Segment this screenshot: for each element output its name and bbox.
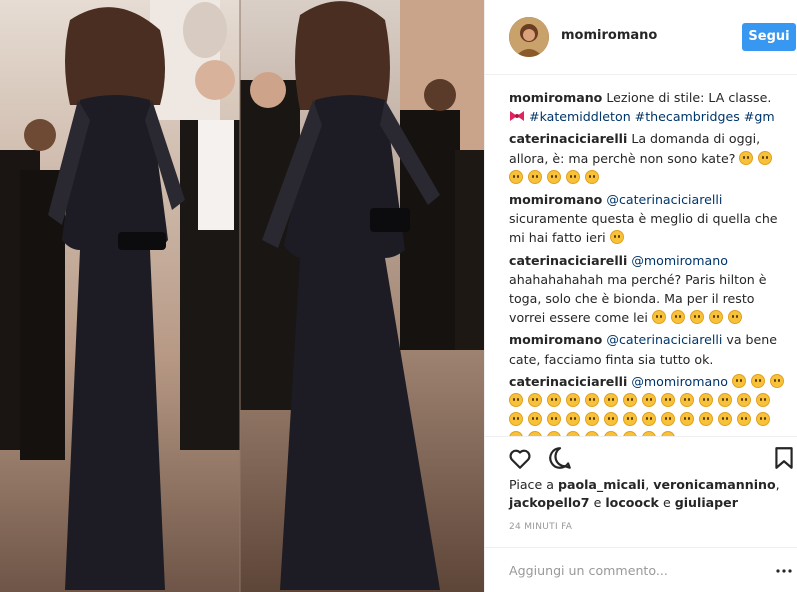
heart-icon[interactable] — [507, 445, 533, 471]
crying-face-icon — [528, 169, 542, 184]
crying-face-icon — [585, 169, 599, 184]
crying-face-icon — [566, 393, 580, 408]
comment-username[interactable]: caterinaciciarelli — [509, 131, 627, 146]
comment-mention[interactable]: @momiromano — [631, 253, 728, 268]
crying-face-icon — [680, 412, 694, 427]
liker-name[interactable]: veronicamannino — [653, 477, 775, 492]
comment-mention[interactable]: @caterinaciciarelli — [606, 192, 722, 207]
speech-bubble-icon[interactable] — [547, 445, 573, 471]
crying-face-icon — [566, 169, 580, 184]
comment-item: caterinaciciarelli @momiromano — [509, 372, 789, 436]
liker-name[interactable]: jackopello7 — [509, 495, 590, 510]
crying-face-icon — [739, 150, 754, 165]
comment-mention[interactable]: @momiromano — [631, 374, 728, 389]
caption-hashtags[interactable]: #katemiddleton #thecambridges #gm — [529, 109, 775, 124]
crying-face-icon — [769, 373, 784, 388]
comment-text: sicuramente questa è meglio di quella ch… — [509, 211, 778, 246]
likes-separator: , — [775, 477, 780, 492]
liker-name[interactable]: giuliaper — [675, 495, 738, 510]
crying-face-icon — [670, 310, 685, 325]
crying-face-icon — [737, 412, 751, 427]
crying-face-icon — [509, 169, 523, 184]
crying-face-icon — [585, 412, 599, 427]
crying-face-icon — [509, 412, 523, 427]
crying-face-icon — [699, 412, 713, 427]
comment-mention[interactable]: @caterinaciciarelli — [606, 332, 722, 347]
likes-separator: e — [589, 495, 606, 510]
crying-face-icon — [604, 393, 618, 408]
crying-face-icon — [547, 393, 561, 408]
crying-face-icon — [661, 393, 675, 408]
comment-emojis — [651, 310, 747, 325]
liker-name[interactable]: paola_micali — [558, 477, 645, 492]
crying-face-icon — [585, 393, 599, 408]
more-dots-icon[interactable] — [775, 562, 793, 580]
post-info-panel: momiromano Segui momiromano Lezione di s… — [484, 0, 797, 592]
crying-face-icon — [623, 412, 637, 427]
liker-name[interactable]: locoock — [605, 495, 659, 510]
crying-face-icon — [718, 393, 732, 408]
comment-item: momiromano @caterinaciciarelli va bene c… — [509, 330, 789, 368]
comment-emojis — [609, 230, 629, 245]
comment-item: momiromano @caterinaciciarelli sicuramen… — [509, 190, 789, 248]
comment-item: caterinaciciarelli La domanda di oggi, a… — [509, 129, 789, 187]
crying-face-icon — [566, 412, 580, 427]
avatar-image — [509, 17, 549, 57]
comment-item: caterinaciciarelli @momiromano ahahahaha… — [509, 251, 789, 328]
ribbon-bow-icon — [510, 111, 524, 122]
caption: momiromano Lezione di stile: LA classe. … — [509, 88, 789, 126]
caption-text: Lezione di stile: LA classe. — [606, 90, 772, 105]
header-username[interactable]: momiromano — [561, 28, 657, 43]
bookmark-icon[interactable] — [771, 445, 797, 471]
crying-face-icon — [651, 310, 666, 325]
photo-collage-image — [0, 0, 484, 592]
comment-username[interactable]: momiromano — [509, 192, 602, 207]
crying-face-icon — [758, 150, 773, 165]
crying-face-icon — [661, 412, 675, 427]
crying-face-icon — [689, 310, 704, 325]
action-bar — [485, 436, 797, 480]
crying-face-icon — [604, 412, 618, 427]
crying-face-icon — [528, 412, 542, 427]
crying-face-icon — [727, 310, 742, 325]
crying-face-icon — [737, 393, 751, 408]
comment-username[interactable]: momiromano — [509, 332, 602, 347]
post-timestamp[interactable]: 24 minuti fa — [509, 522, 572, 532]
avatar[interactable] — [509, 17, 549, 57]
crying-face-icon — [756, 393, 770, 408]
follow-button[interactable]: Segui — [742, 23, 796, 51]
crying-face-icon — [547, 169, 561, 184]
likes-summary: Piace a paola_micali, veronicamannino, j… — [509, 476, 789, 512]
likes-separator: e — [658, 495, 675, 510]
crying-face-icon — [680, 393, 694, 408]
crying-face-icon — [708, 310, 723, 325]
comment-input[interactable] — [509, 558, 749, 582]
comment-username[interactable]: caterinaciciarelli — [509, 374, 627, 389]
add-comment-bar — [485, 547, 797, 592]
likes-prefix: Piace a — [509, 477, 558, 492]
crying-face-icon — [756, 412, 770, 427]
crying-face-icon — [642, 393, 656, 408]
crying-face-icon — [750, 373, 765, 388]
crying-face-icon — [642, 412, 656, 427]
crying-face-icon — [609, 230, 624, 245]
post-photo[interactable] — [0, 0, 484, 592]
post-header: momiromano Segui — [485, 0, 797, 75]
comment-username[interactable]: caterinaciciarelli — [509, 253, 627, 268]
crying-face-icon — [623, 393, 637, 408]
comments-list[interactable]: momiromano Lezione di stile: LA classe. … — [509, 88, 789, 436]
crying-face-icon — [731, 373, 746, 388]
crying-face-icon — [718, 412, 732, 427]
crying-face-icon — [509, 393, 523, 408]
crying-face-icon — [547, 412, 561, 427]
crying-face-icon — [528, 393, 542, 408]
caption-username[interactable]: momiromano — [509, 90, 602, 105]
crying-face-icon — [699, 393, 713, 408]
